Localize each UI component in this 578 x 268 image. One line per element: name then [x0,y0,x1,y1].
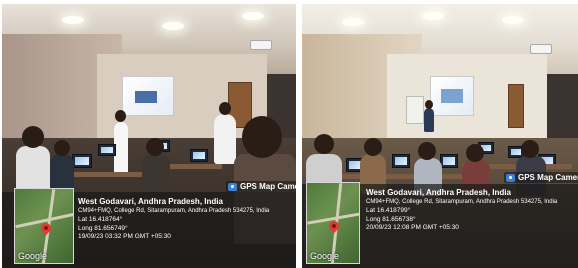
projector-screen [430,76,474,116]
ceiling-light [422,12,444,20]
projected-slide [135,91,157,103]
place-name: West Godavari, Andhra Pradesh, India [78,197,223,206]
ceiling-light [342,18,364,26]
person-head [425,100,433,109]
computer-monitor [190,149,208,162]
person-head [364,138,382,156]
classroom-photo-right: GPS Map Camera Google West Godavari, And… [302,4,578,268]
location-pin-icon [326,218,342,234]
gps-map-camera-badge: GPS Map Camera [504,172,578,183]
google-logo: Google [18,251,48,261]
longitude: Long 81.656749° [78,224,128,232]
ceiling-light [242,12,264,20]
person-head [521,140,539,158]
gps-info-text: West Godavari, Andhra Pradesh, India CM9… [78,197,292,241]
standing-person [114,122,128,176]
ceiling-light [162,22,184,30]
desk [332,174,462,179]
location-pin-icon [38,220,54,236]
location-minimap: Google [14,188,74,264]
google-logo: Google [310,251,340,261]
person-head [54,140,70,156]
person-head [22,126,44,148]
latitude: Lat 16.418799° [366,206,411,214]
datetime: 19/09/23 03:32 PM GMT +05:30 [78,233,171,241]
badge-label: GPS Map Camera [518,173,578,182]
whiteboard [406,96,424,124]
projected-slide [441,89,463,103]
projector-screen [122,76,174,116]
instructor [424,108,434,132]
air-conditioner [250,40,272,50]
door [508,84,524,128]
person-head [466,144,484,162]
person-head [115,110,126,122]
gps-map-camera-badge: GPS Map Camera [226,181,296,192]
datetime: 20/09/23 12:08 PM GMT +05:30 [366,224,459,232]
address: CM94+FMQ, College Rd, Sitarampuram, Andh… [78,207,270,214]
computer-monitor [392,154,410,168]
ceiling-light [62,16,84,24]
computer-monitor [72,154,92,168]
computer-monitor [98,144,116,156]
person-head [146,138,164,156]
gps-info-text: West Godavari, Andhra Pradesh, India CM9… [366,188,576,232]
badge-label: GPS Map Camera [240,182,296,191]
camera-pin-icon [228,182,237,191]
person-head [219,102,231,115]
person-head [418,142,436,160]
air-conditioner [530,44,552,54]
location-minimap: Google [306,182,360,264]
latitude: Lat 16.418764° [78,215,123,223]
person-head [242,116,282,158]
ceiling-light [502,16,524,24]
longitude: Long 81.656738° [366,215,416,223]
address: CM94+FMQ, College Rd, Sitarampuram, Andh… [366,198,558,205]
place-name: West Godavari, Andhra Pradesh, India [366,188,511,197]
instructor [214,114,236,164]
camera-pin-icon [506,173,515,182]
classroom-photo-left: GPS Map Camera Google West Godavari, And… [2,4,296,268]
computer-monitor [440,154,458,168]
person-head [314,134,334,154]
